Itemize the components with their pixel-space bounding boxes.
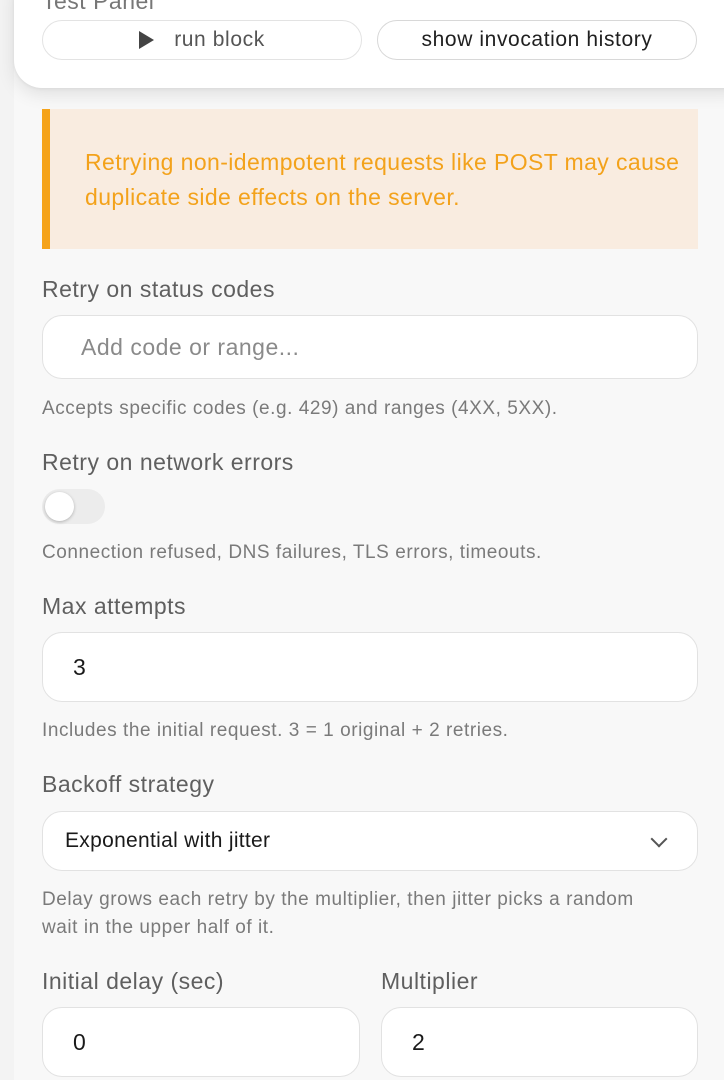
status-codes-help: Accepts specific codes (e.g. 429) and ra… <box>42 398 558 419</box>
network-errors-label: Retry on network errors <box>42 449 294 475</box>
max-attempts-help: Includes the initial request. 3 = 1 orig… <box>42 720 509 741</box>
initial-delay-input[interactable]: 0 <box>42 1007 360 1077</box>
status-codes-label: Retry on status codes <box>42 276 275 302</box>
initial-delay-value: 0 <box>73 1028 86 1055</box>
initial-delay-label: Initial delay (sec) <box>42 968 225 994</box>
chevron-down-icon <box>650 830 668 848</box>
retry-settings-page: Test Panel run block show invocation his… <box>0 0 724 1080</box>
backoff-strategy-label: Backoff strategy <box>42 771 215 797</box>
test-panel-title: Test Panel <box>42 0 155 14</box>
backoff-strategy-select[interactable]: Exponential with jitter <box>42 811 698 871</box>
run-block-button[interactable]: run block <box>42 20 362 60</box>
play-icon <box>139 31 155 49</box>
max-attempts-value: 3 <box>73 653 86 680</box>
backoff-strategy-value: Exponential with jitter <box>65 829 271 852</box>
network-errors-help: Connection refused, DNS failures, TLS er… <box>42 542 542 563</box>
show-invocation-history-button[interactable]: show invocation history <box>377 20 697 60</box>
warning-text: Retrying non-idempotent requests like PO… <box>85 149 680 210</box>
test-panel: Test Panel run block show invocation his… <box>14 0 724 88</box>
network-errors-toggle[interactable] <box>42 489 105 524</box>
multiplier-label: Multiplier <box>381 968 479 994</box>
toggle-knob <box>45 492 74 521</box>
show-invocation-history-label: show invocation history <box>421 28 653 51</box>
multiplier-input[interactable]: 2 <box>381 1007 698 1077</box>
backoff-strategy-help: Delay grows each retry by the multiplier… <box>42 889 634 938</box>
status-codes-input[interactable] <box>42 315 698 379</box>
multiplier-value: 2 <box>412 1028 425 1055</box>
max-attempts-input[interactable]: 3 <box>42 632 698 702</box>
max-attempts-label: Max attempts <box>42 593 187 619</box>
run-block-label: run block <box>174 28 265 51</box>
warning-banner: Retrying non-idempotent requests like PO… <box>42 109 698 249</box>
